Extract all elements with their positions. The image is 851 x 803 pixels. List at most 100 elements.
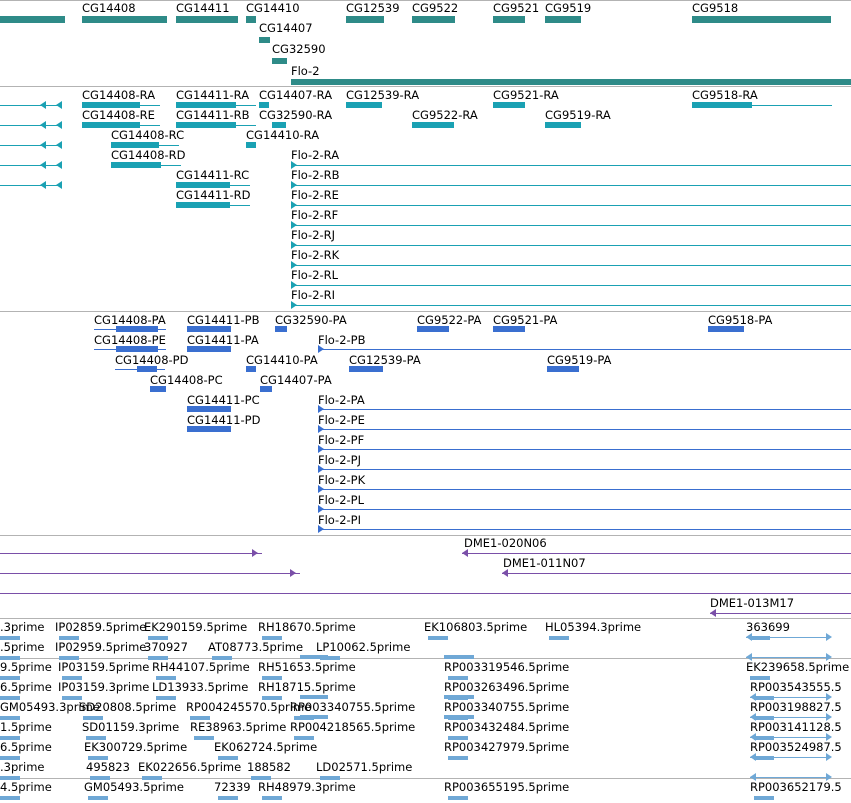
est-feature[interactable] [444, 695, 474, 699]
ests-label[interactable]: RP003340755.5prime [444, 701, 569, 714]
proteins-label[interactable]: CG14410-PA [246, 354, 318, 367]
protein-cds[interactable] [275, 326, 287, 332]
ests-label[interactable]: RP003340755.5prime [290, 701, 415, 714]
genes-label[interactable]: CG32590 [272, 43, 326, 56]
transcript-exon[interactable] [176, 202, 230, 208]
transcripts-label[interactable]: Flo-2-RF [291, 209, 338, 222]
ests-label[interactable]: 363699 [746, 621, 790, 634]
transcript-exon[interactable] [692, 102, 752, 108]
gene-feature[interactable] [346, 16, 384, 23]
clones-label[interactable]: DME1-020N06 [464, 537, 547, 550]
transcripts-label[interactable]: Flo-2-RA [291, 149, 339, 162]
proteins-label[interactable]: Flo-2-PK [318, 474, 365, 487]
proteins-label[interactable]: Flo-2-PA [318, 394, 365, 407]
ests-label[interactable]: RE38963.5prime [190, 721, 286, 734]
est-feature[interactable] [549, 636, 569, 640]
est-feature[interactable] [428, 636, 448, 640]
clones-label[interactable]: DME1-011N07 [503, 557, 586, 570]
ests-label[interactable]: RP003432484.5prime [444, 721, 569, 734]
est-feature[interactable] [300, 655, 328, 659]
est-feature[interactable] [88, 796, 108, 800]
transcripts-label[interactable]: CG14410-RA [246, 129, 319, 142]
ests-label[interactable]: IP03159.5prime [58, 661, 149, 674]
gene-feature[interactable] [259, 37, 270, 43]
protein-cds[interactable] [137, 366, 157, 372]
gene-feature[interactable] [176, 16, 238, 23]
ests-label[interactable]: .3prime [0, 761, 44, 774]
transcripts-label[interactable]: Flo-2-RL [291, 269, 338, 282]
ests-label[interactable]: RH44107.5prime [152, 661, 250, 674]
protein-cds[interactable] [116, 346, 158, 352]
transcript-exon[interactable] [82, 102, 140, 108]
transcripts-label[interactable]: Flo-2-RI [291, 289, 335, 302]
gene-feature[interactable] [0, 16, 65, 23]
genes-label[interactable]: CG9521 [493, 2, 539, 15]
ests-label[interactable]: AT08773.5prime [208, 641, 303, 654]
ests-label[interactable]: EK300729.5prime [84, 741, 187, 754]
ests-label[interactable]: EK106803.5prime [424, 621, 527, 634]
protein-cds[interactable] [547, 366, 579, 372]
proteins-label[interactable]: Flo-2-PL [318, 494, 364, 507]
transcript-exon[interactable] [176, 182, 230, 188]
transcripts-label[interactable]: CG9522-RA [412, 109, 478, 122]
gene-feature[interactable] [246, 16, 256, 23]
gene-feature[interactable] [82, 16, 167, 23]
genes-label[interactable]: CG14408 [82, 2, 136, 15]
ests-label[interactable]: LP10062.5prime [316, 641, 410, 654]
ests-label[interactable]: SD01159.3prime [82, 721, 179, 734]
genes-label[interactable]: Flo-2 [291, 65, 320, 78]
transcripts-label[interactable]: CG9518-RA [692, 89, 758, 102]
transcripts-label[interactable]: CG14411-RB [176, 109, 250, 122]
ests-label[interactable]: EK239658.5prime [746, 661, 849, 674]
transcripts-label[interactable]: CG9519-RA [545, 109, 611, 122]
est-feature[interactable] [754, 796, 774, 800]
ests-label[interactable]: RH51653.5prime [258, 661, 356, 674]
transcript-exon[interactable] [111, 162, 161, 168]
transcripts-label[interactable]: CG14408-RD [111, 149, 186, 162]
ests-label[interactable]: RH48979.3prime [258, 781, 356, 794]
est-feature[interactable] [444, 715, 474, 719]
transcript-exon[interactable] [493, 102, 525, 108]
transcript-exon[interactable] [111, 142, 159, 148]
transcript-exon[interactable] [272, 122, 286, 128]
transcripts-label[interactable]: CG14411-RA [176, 89, 249, 102]
proteins-label[interactable]: Flo-2-PJ [318, 454, 361, 467]
transcripts-label[interactable]: CG14408-RC [111, 129, 184, 142]
ests-label[interactable]: IP02859.5prime [55, 621, 146, 634]
protein-cds[interactable] [187, 346, 231, 352]
clones-label[interactable]: DME1-013M17 [710, 597, 794, 610]
est-feature[interactable] [300, 715, 328, 719]
ests-label[interactable]: RP004218565.5prime [290, 721, 415, 734]
transcript-exon[interactable] [346, 102, 382, 108]
transcripts-label[interactable]: CG9521-RA [493, 89, 559, 102]
transcripts-label[interactable]: CG14407-RA [259, 89, 332, 102]
protein-cds[interactable] [150, 386, 166, 392]
ests-label[interactable]: .3prime [0, 621, 44, 634]
protein-cds[interactable] [116, 326, 158, 332]
ests-label[interactable]: 1.5prime [0, 721, 52, 734]
genes-label[interactable]: CG14410 [246, 2, 300, 15]
est-feature[interactable] [218, 796, 238, 800]
est-feature[interactable] [448, 796, 468, 800]
transcripts-label[interactable]: Flo-2-RE [291, 189, 339, 202]
genes-label[interactable]: CG14411 [176, 2, 230, 15]
ests-label[interactable]: HL05394.3prime [545, 621, 641, 634]
proteins-label[interactable]: Flo-2-PE [318, 414, 365, 427]
protein-cds[interactable] [349, 366, 383, 372]
protein-cds[interactable] [187, 326, 231, 332]
ests-label[interactable]: RP003655195.5prime [444, 781, 569, 794]
ests-label[interactable]: 495823 [86, 761, 130, 774]
proteins-label[interactable]: Flo-2-PF [318, 434, 364, 447]
est-feature[interactable] [0, 796, 20, 800]
transcripts-label[interactable]: CG14408-RA [82, 89, 155, 102]
protein-cds[interactable] [246, 366, 256, 372]
transcripts-label[interactable]: Flo-2-RJ [291, 229, 335, 242]
est-feature[interactable] [262, 796, 282, 800]
ests-label[interactable]: 370927 [144, 641, 188, 654]
ests-label[interactable]: 9.5prime [0, 661, 52, 674]
gene-feature[interactable] [692, 16, 831, 23]
ests-label[interactable]: 72339 [214, 781, 251, 794]
transcripts-label[interactable]: CG32590-RA [259, 109, 332, 122]
ests-label[interactable]: 6.5prime [0, 681, 52, 694]
genes-label[interactable]: CG9518 [692, 2, 738, 15]
